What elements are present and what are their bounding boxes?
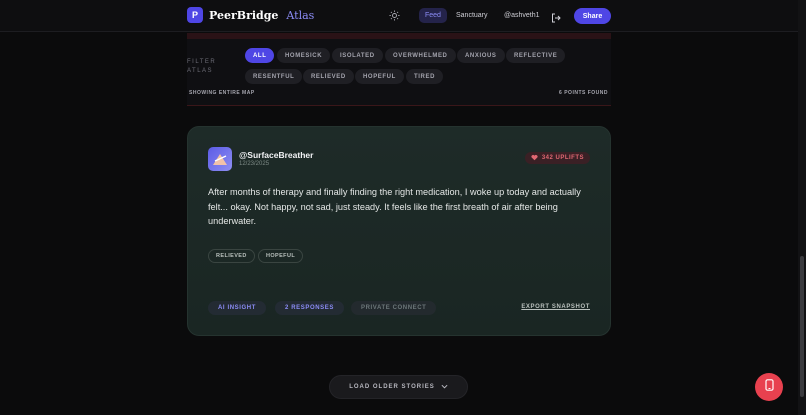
filter-chip-all[interactable]: ALL — [245, 48, 275, 63]
filter-chip-homesick[interactable]: HOMESICK — [277, 48, 331, 63]
share-button[interactable]: Share — [574, 8, 611, 24]
uplift-badge[interactable]: 342 UPLIFTS — [524, 152, 590, 164]
filter-chip-overwhelmed[interactable]: OVERWHELMED — [385, 48, 456, 63]
points-found-count: 6 POINTS FOUND — [559, 90, 608, 96]
brand-accent: Atlas — [286, 8, 315, 22]
story-tag[interactable]: RELIEVED — [208, 249, 255, 263]
filter-chip-relieved[interactable]: RELIEVED — [303, 69, 354, 84]
filter-chip-resentful[interactable]: RESENTFUL — [245, 69, 303, 84]
logout-icon[interactable] — [551, 10, 561, 23]
story-tag[interactable]: HOPEFUL — [258, 249, 304, 263]
load-older-label: LOAD OLDER STORIES — [349, 384, 435, 390]
heart-icon — [531, 154, 538, 163]
brand-name: PeerBridge — [209, 8, 279, 22]
story-author-handle[interactable]: @SurfaceBreather — [239, 150, 313, 160]
uplift-count: 342 UPLIFTS — [541, 155, 584, 161]
sun-icon[interactable] — [389, 10, 400, 21]
export-snapshot-link[interactable]: EXPORT SNAPSHOT — [521, 304, 590, 310]
chevron-down-icon — [441, 384, 448, 391]
story-body: After months of therapy and finally find… — [208, 187, 581, 226]
scrollbar-thumb[interactable] — [800, 256, 804, 397]
avatar — [208, 147, 232, 171]
nav-feed[interactable]: Feed — [419, 8, 447, 23]
story-date: 12/23/2025 — [239, 161, 270, 167]
story-card: @SurfaceBreather 12/23/2025 342 UPLIFTS … — [187, 126, 611, 336]
filter-chip-isolated[interactable]: ISOLATED — [332, 48, 383, 63]
filter-chip-reflective[interactable]: REFLECTIVE — [506, 48, 566, 63]
ai-insight-button[interactable]: AI INSIGHT — [208, 301, 267, 315]
map-edge — [187, 33, 611, 39]
map-status: SHOWING ENTIRE MAP — [189, 90, 255, 96]
phone-icon — [764, 378, 774, 396]
brand[interactable]: P PeerBridge Atlas — [187, 7, 314, 23]
nav-user-profile[interactable]: @ashveth1 — [504, 12, 540, 19]
brand-logo: P — [187, 7, 203, 23]
load-older-stories-button[interactable]: LOAD OLDER STORIES — [329, 375, 468, 399]
nav-sanctuary[interactable]: Sanctuary — [456, 12, 488, 19]
filter-chip-hopeful[interactable]: HOPEFUL — [355, 69, 404, 84]
top-navigation-bar: P PeerBridge Atlas Feed Sanctuary @ashvet… — [0, 0, 798, 32]
filter-atlas-label: FILTER ATLAS — [187, 59, 217, 74]
mobile-view-button[interactable] — [755, 373, 783, 401]
private-connect-button[interactable]: PRIVATE CONNECT — [351, 301, 437, 315]
filter-chip-tired[interactable]: TIRED — [406, 69, 443, 84]
filter-chip-anxious[interactable]: ANXIOUS — [457, 48, 505, 63]
atlas-filter-panel: FILTER ATLAS ALL HOMESICK ISOLATED OVERW… — [187, 33, 611, 106]
responses-button[interactable]: 2 RESPONSES — [275, 301, 344, 315]
